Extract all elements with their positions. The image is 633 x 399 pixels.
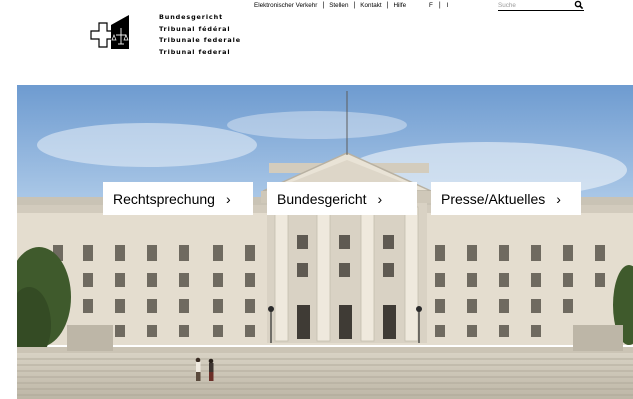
federal-court-building-image <box>17 85 633 399</box>
chevron-right-icon: › <box>556 190 561 207</box>
institution-name-it: Tribunale federale <box>159 36 241 44</box>
search-box <box>498 0 584 11</box>
separator: | <box>353 2 356 9</box>
nav-tile-press-news[interactable]: Presse/Aktuelles › <box>431 182 581 215</box>
institution-name-de: Bundesgericht <box>159 13 224 21</box>
language-italian[interactable]: I <box>447 2 449 9</box>
meta-link-electronic-traffic[interactable]: Elektronischer Verkehr <box>254 2 317 9</box>
language-french[interactable]: F <box>429 2 433 9</box>
hero-banner: Rechtsprechung › Bundesgericht › Presse/… <box>17 85 633 399</box>
meta-link-contact[interactable]: Kontakt <box>360 2 381 9</box>
nav-tile-federal-court[interactable]: Bundesgericht › <box>267 182 417 215</box>
institution-names: Bundesgericht Tribunal fédéral Tribunale… <box>159 12 241 58</box>
nav-tile-label: Bundesgericht <box>277 190 367 207</box>
nav-tile-label: Rechtsprechung <box>113 190 215 207</box>
nav-tile-jurisprudence[interactable]: Rechtsprechung › <box>103 182 253 215</box>
separator: | <box>438 2 441 9</box>
meta-link-help[interactable]: Hilfe <box>393 2 406 9</box>
meta-link-jobs[interactable]: Stellen <box>329 2 348 9</box>
separator: | <box>386 2 389 9</box>
search-input[interactable] <box>498 1 570 10</box>
language-switcher: F | I <box>429 2 448 9</box>
search-icon[interactable] <box>574 0 584 10</box>
swiss-cross-justice-logo-icon <box>90 15 129 49</box>
chevron-right-icon: › <box>225 190 231 207</box>
chevron-right-icon: › <box>377 190 383 207</box>
separator: | <box>322 2 325 9</box>
institution-name-rm: Tribunal federal <box>159 47 231 56</box>
nav-tile-label: Presse/Aktuelles <box>441 190 546 207</box>
meta-nav: Elektronischer Verkehr | Stellen | Konta… <box>254 2 406 9</box>
institution-name-fr: Tribunal fédéral <box>159 24 231 33</box>
